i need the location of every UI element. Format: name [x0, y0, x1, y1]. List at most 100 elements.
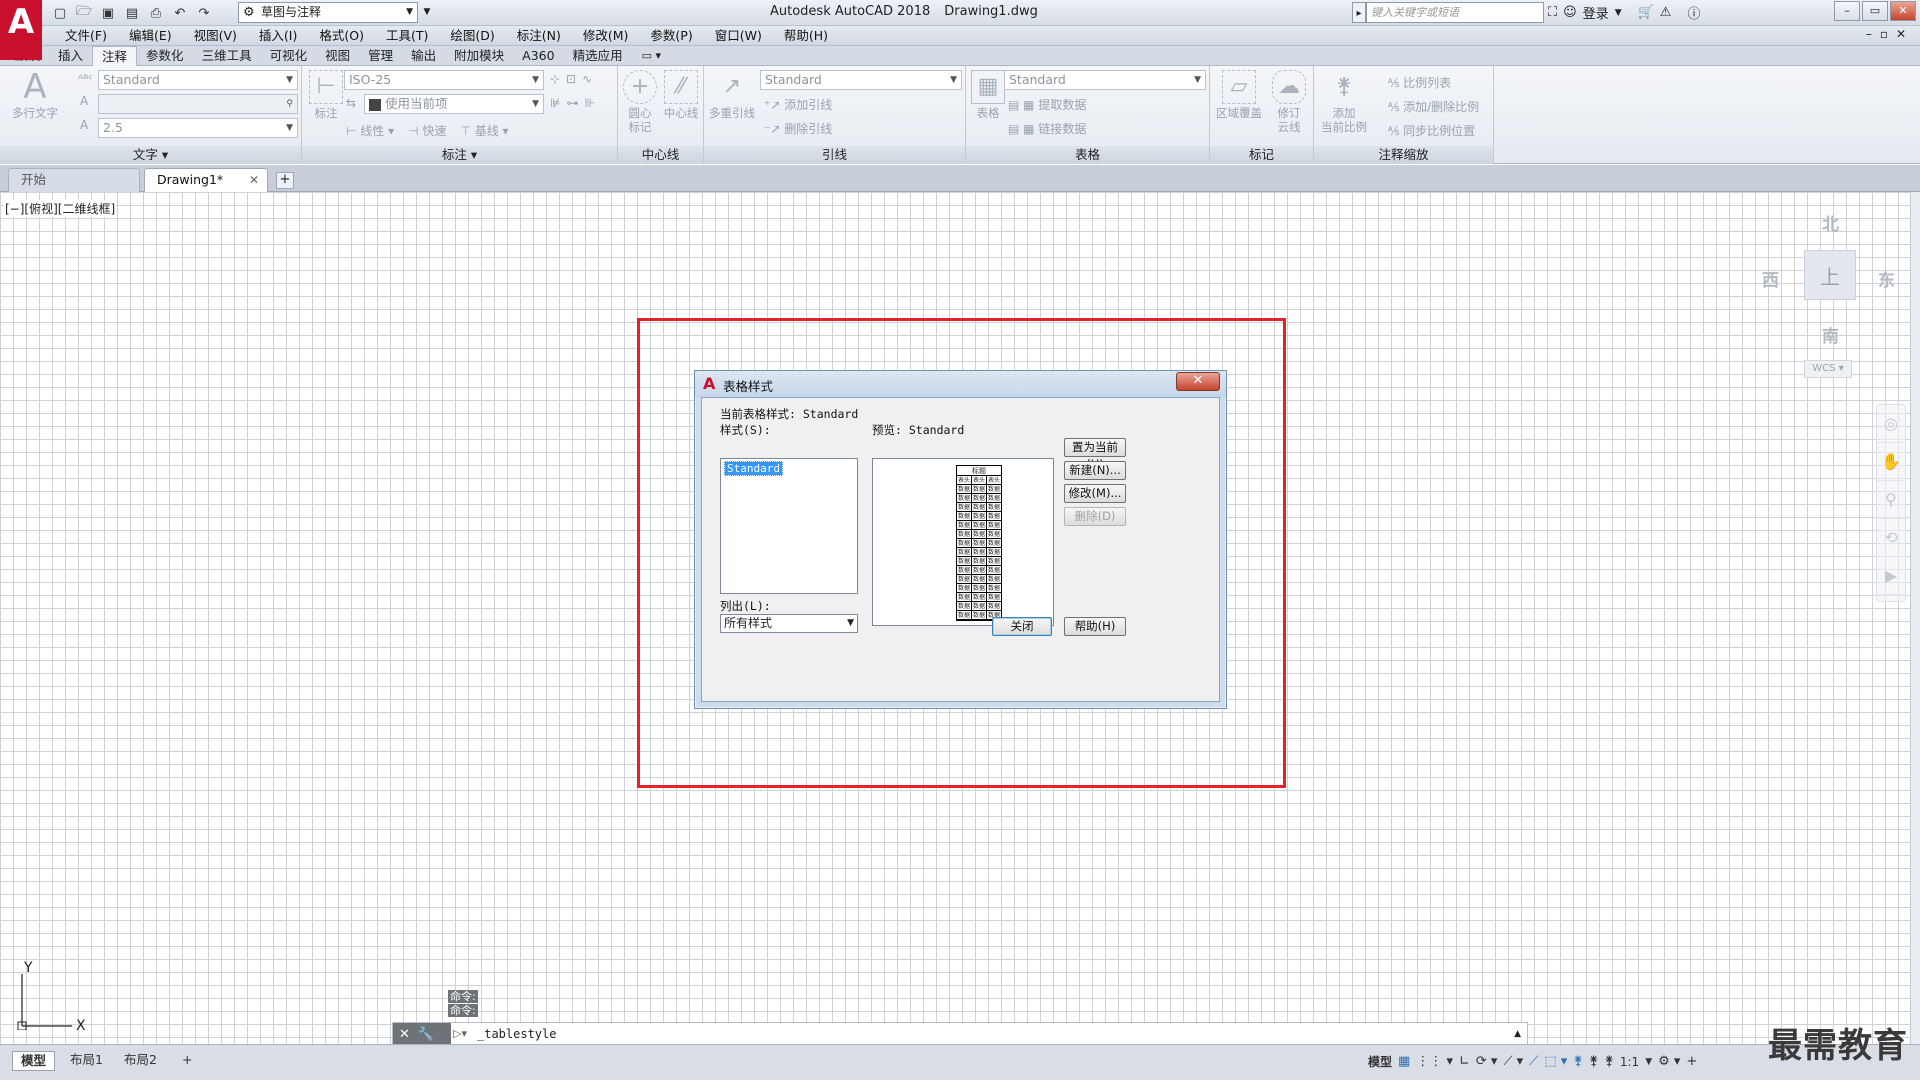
dimension-panel-title[interactable]: 标注 ▾: [302, 146, 617, 164]
menu-item[interactable]: 参数(P): [639, 28, 703, 44]
snap-icon[interactable]: ⋮⋮ ▾: [1416, 1054, 1453, 1069]
auto-scale-icon[interactable]: ⚵: [1589, 1054, 1599, 1069]
layout-tab-1[interactable]: 布局1: [62, 1051, 111, 1071]
dialog-titlebar[interactable]: A 表格样式 ✕: [695, 371, 1226, 397]
ribbon-tab[interactable]: 精选应用: [564, 46, 632, 65]
close-icon[interactable]: ✕: [249, 169, 259, 191]
mtext-button[interactable]: A 多行文字: [10, 70, 60, 120]
annotation-scale-value[interactable]: 1:1: [1620, 1055, 1639, 1069]
ribbon-tab[interactable]: 注释: [92, 46, 138, 67]
pan-icon[interactable]: ✋: [1877, 443, 1905, 481]
viewcube-north[interactable]: 北: [1822, 210, 1839, 235]
help-button[interactable]: 帮助(H): [1064, 617, 1126, 636]
ribbon-tab[interactable]: 管理: [359, 46, 402, 65]
table-button[interactable]: ▦ 表格: [968, 70, 1008, 120]
table-panel-title[interactable]: 表格: [966, 146, 1209, 164]
menu-item[interactable]: 帮助(H): [773, 28, 839, 44]
cart-icon[interactable]: 🛒: [1638, 5, 1654, 20]
showmotion-icon[interactable]: ▶: [1877, 557, 1905, 595]
multileader-button[interactable]: ↗ 多重引线: [708, 70, 756, 121]
minimize-icon[interactable]: –: [1834, 1, 1860, 21]
viewcube-face[interactable]: 上: [1804, 250, 1856, 300]
redo-icon[interactable]: ↷: [194, 3, 214, 23]
dimension-button[interactable]: ⊢ 标注: [308, 70, 344, 120]
search-input[interactable]: 键入关键字或短语: [1366, 2, 1544, 23]
wipeout-button[interactable]: ▱ 区域覆盖: [1214, 70, 1264, 120]
login-button[interactable]: 登录: [1583, 3, 1609, 22]
lineweight-icon[interactable]: ⟋: [1529, 1054, 1538, 1069]
menu-item[interactable]: 修改(M): [572, 28, 640, 44]
ribbon-tab[interactable]: 输出: [402, 46, 445, 65]
viewcube-east[interactable]: 东: [1878, 266, 1895, 291]
annotation-visibility-icon[interactable]: ⚵: [1573, 1054, 1583, 1069]
workspace-select[interactable]: ⚙ 草图与注释 ▼: [238, 2, 418, 23]
wrench-icon[interactable]: 🔧: [418, 1027, 434, 1042]
plus-icon[interactable]: +: [1686, 1054, 1697, 1069]
exchange-icon[interactable]: ⚠: [1660, 5, 1672, 20]
wcs-menu[interactable]: WCS ▾: [1804, 360, 1852, 378]
menu-item[interactable]: 文件(F): [54, 28, 118, 44]
menu-item[interactable]: 标注(N): [506, 28, 572, 44]
ortho-icon[interactable]: ∟: [1459, 1054, 1470, 1069]
chevron-up-icon[interactable]: ▲: [1514, 1023, 1521, 1045]
close-icon[interactable]: ✕: [1176, 372, 1220, 391]
menu-item[interactable]: 窗口(W): [704, 28, 773, 44]
ribbon-tab[interactable]: 可视化: [261, 46, 317, 65]
customize-qat-button[interactable]: ▼: [420, 2, 434, 23]
ribbon-tab[interactable]: 参数化: [137, 46, 193, 65]
ribbon-tab[interactable]: 视图: [316, 46, 359, 65]
layout-tab-model[interactable]: 模型: [12, 1051, 56, 1071]
command-line-grip[interactable]: ✕ 🔧: [393, 1023, 451, 1045]
text-style-combo[interactable]: Standard ▼: [98, 70, 298, 90]
dim-tools-row2[interactable]: ⊯⊶⊪: [550, 96, 601, 110]
close-button[interactable]: 关闭: [992, 617, 1052, 636]
dim-layer-combo[interactable]: 使用当前项 ▼: [364, 94, 544, 114]
ribbon-tab[interactable]: 三维工具: [193, 46, 261, 65]
open-file-icon[interactable]: 🗁: [74, 3, 94, 23]
save-icon[interactable]: ▣: [98, 3, 118, 23]
command-prompt-icon[interactable]: ▷▾: [453, 1023, 473, 1045]
viewcube-west[interactable]: 西: [1762, 266, 1779, 291]
text-panel-title[interactable]: 文字 ▾: [0, 146, 301, 164]
annotation-scale-icon[interactable]: ⚵: [1604, 1054, 1614, 1069]
steering-wheel-icon[interactable]: ◎: [1877, 405, 1905, 443]
menu-item[interactable]: 格式(O): [308, 28, 375, 44]
close-icon[interactable]: ✕: [399, 1027, 410, 1042]
zoom-icon[interactable]: ⚲: [1877, 481, 1905, 519]
workspace-gear-icon[interactable]: ⚙ ▾: [1658, 1054, 1680, 1069]
revcloud-button[interactable]: ☁ 修订 云线: [1268, 70, 1310, 134]
ribbon-minimize-button[interactable]: ▭ ▾: [632, 46, 671, 65]
linear-dim-button[interactable]: ⊢ 线性 ▾: [346, 122, 394, 139]
binoculars-icon[interactable]: ⛶: [1548, 5, 1557, 20]
add-layout-button[interactable]: +: [174, 1051, 200, 1071]
app-menu-button[interactable]: A: [0, 0, 42, 60]
spell-check-icon[interactable]: ᴬᴮᶜ: [78, 72, 93, 86]
menu-item[interactable]: 工具(T): [375, 28, 439, 44]
print-icon[interactable]: ⎙: [146, 3, 166, 23]
save-as-icon[interactable]: ▤: [122, 3, 142, 23]
add-delete-scale-button[interactable]: ⅍ 添加/删除比例: [1388, 98, 1479, 115]
menu-item[interactable]: 视图(V): [183, 28, 248, 44]
new-tab-button[interactable]: +: [276, 172, 294, 189]
find-text-field[interactable]: ⚲: [98, 94, 298, 114]
user-icon[interactable]: ☺: [1563, 5, 1577, 20]
vertical-scrollbar[interactable]: [1910, 192, 1920, 1044]
delete-style-button[interactable]: 删除(D): [1064, 507, 1126, 526]
menu-item[interactable]: 插入(I): [248, 28, 308, 44]
quick-dim-button[interactable]: ⊣ 快速: [408, 122, 446, 139]
tab-start[interactable]: 开始: [8, 168, 140, 192]
viewport-controls[interactable]: [−][俯视][二维线框]: [4, 200, 117, 217]
modify-style-button[interactable]: 修改(M)...: [1064, 484, 1126, 503]
navigation-bar[interactable]: ◎ ✋ ⚲ ⟲ ▶: [1876, 404, 1906, 602]
undo-icon[interactable]: ↶: [170, 3, 190, 23]
centerline-button[interactable]: ⁄⁄ 中心线: [660, 70, 702, 120]
chevron-down-icon[interactable]: ▼: [1645, 1057, 1652, 1067]
text-height-combo[interactable]: 2.5 ▼: [98, 118, 298, 138]
ribbon-tab[interactable]: 插入: [49, 46, 92, 65]
command-line[interactable]: ✕ 🔧 ▷▾ _tablestyle ▲: [392, 1022, 1528, 1046]
set-current-button[interactable]: 置为当前(U): [1064, 438, 1126, 471]
help-icon[interactable]: ⓘ: [1687, 3, 1700, 22]
maximize-icon[interactable]: ▭: [1862, 1, 1888, 21]
layout-tab-2[interactable]: 布局2: [116, 1051, 165, 1071]
chevron-down-icon[interactable]: ▼: [1615, 8, 1622, 18]
